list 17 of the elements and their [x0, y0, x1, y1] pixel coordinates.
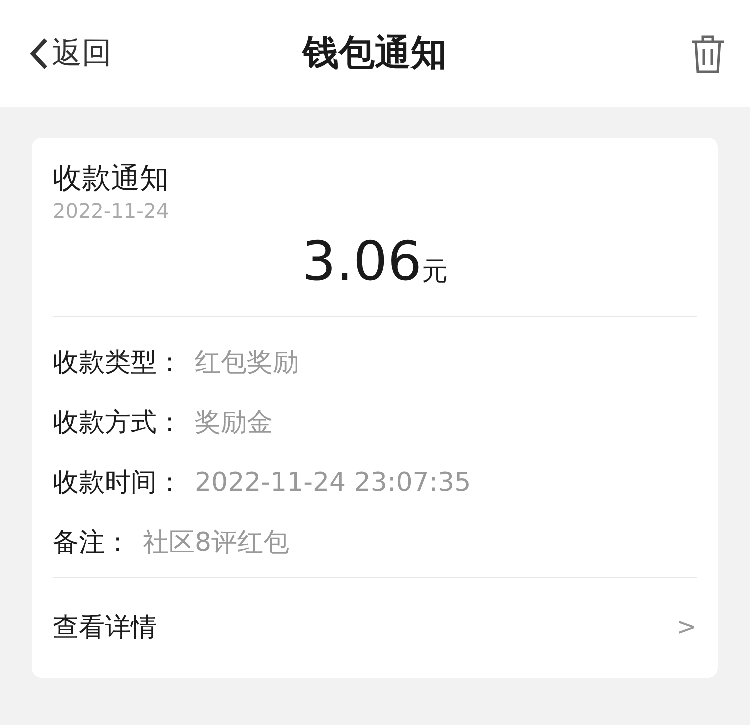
page-title: 钱包通知	[303, 33, 447, 74]
field-value: 奖励金	[195, 407, 273, 440]
details-link[interactable]: 查看详情	[53, 610, 157, 644]
trash-icon[interactable]	[690, 34, 726, 74]
field-label: 收款方式：	[53, 407, 183, 440]
field-value: 红包奖励	[195, 347, 299, 380]
back-button[interactable]: 返回	[28, 33, 112, 74]
field-label: 收款时间：	[53, 467, 183, 500]
field-value: 2022-11-24 23:07:35	[195, 467, 472, 500]
field-value: 社区8评红包	[143, 527, 290, 560]
field-label: 备注：	[53, 527, 131, 560]
back-chevron-icon	[28, 36, 50, 70]
card-title: 收款通知	[53, 160, 170, 197]
currency-unit: 元	[422, 256, 448, 289]
amount: 3.06	[302, 230, 422, 294]
notification-date: 2022-11-24	[53, 198, 170, 224]
field-label: 收款类型：	[53, 347, 183, 380]
